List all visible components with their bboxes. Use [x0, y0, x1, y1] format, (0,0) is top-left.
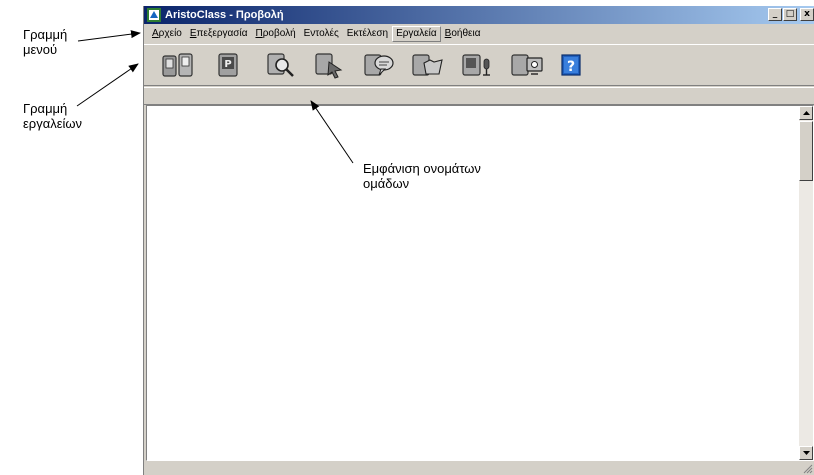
- menu-item-tools[interactable]: Εργαλεία: [392, 26, 441, 42]
- menu-item-run[interactable]: Εκτέλεση: [343, 27, 392, 41]
- toolbar-button-audio[interactable]: [459, 50, 495, 80]
- main-content-area[interactable]: [146, 105, 814, 461]
- svg-text:P: P: [224, 59, 231, 70]
- help-icon: ?: [561, 54, 581, 76]
- minimize-button[interactable]: _: [768, 8, 782, 21]
- callout-group-names: Εμφάνιση ονομάτων ομάδων: [363, 161, 481, 191]
- callout-group-names-line2: ομάδων: [363, 176, 410, 191]
- maximize-button[interactable]: □: [783, 8, 797, 21]
- group-names-bar: [144, 87, 814, 105]
- pointer-icon: [315, 53, 343, 79]
- callout-toolbar-line2: εργαλείων: [23, 116, 83, 131]
- toolbar-button-search[interactable]: [262, 50, 298, 80]
- toolbar-button-group-settings[interactable]: P: [210, 50, 246, 80]
- title-bar[interactable]: AristoClass - Προβολή _ □ x: [144, 6, 814, 24]
- callout-group-names-line1: Εμφάνιση ονομάτων: [363, 161, 481, 176]
- menu-item-help[interactable]: Βοήθεια: [441, 27, 485, 41]
- callout-toolbar: Γραμμή εργαλείων: [23, 101, 82, 131]
- group-pair-icon: [162, 53, 193, 77]
- menu-item-edit[interactable]: Επεξεργασία: [186, 27, 252, 41]
- resize-grip-icon[interactable]: [802, 463, 813, 474]
- menu-item-commands[interactable]: Εντολές: [300, 27, 343, 41]
- menu-item-view[interactable]: Προβολή: [251, 27, 299, 41]
- callout-menu-bar-line2: μενού: [23, 42, 58, 57]
- toolbar-button-screen[interactable]: [509, 50, 545, 80]
- group-settings-icon: P: [218, 53, 238, 77]
- scroll-up-button[interactable]: [799, 106, 813, 120]
- mic-icon: [462, 54, 490, 76]
- toolbar-button-message[interactable]: [361, 50, 397, 80]
- toolbar-button-groups[interactable]: [160, 50, 196, 80]
- menu-bar-arrow: [77, 30, 141, 42]
- app-window: AristoClass - Προβολή _ □ x Αρχείο Επεξε…: [143, 6, 814, 475]
- scroll-thumb[interactable]: [799, 121, 813, 181]
- screen-icon: [511, 54, 543, 76]
- callout-toolbar-line1: Γραμμή: [23, 101, 68, 116]
- vertical-scrollbar[interactable]: [799, 106, 813, 460]
- toolbar: P ?: [144, 44, 814, 86]
- arrow-down-icon: [802, 451, 810, 455]
- menu-item-file[interactable]: Αρχείο: [148, 27, 186, 41]
- menu-bar: Αρχείο Επεξεργασία Προβολή Εντολές Εκτέλ…: [144, 25, 814, 43]
- status-bar: [144, 461, 814, 475]
- app-icon: [147, 8, 161, 22]
- chat-icon: [364, 54, 394, 76]
- toolbar-button-help[interactable]: ?: [553, 50, 589, 80]
- callout-menu-bar: Γραμμή μενού: [23, 27, 67, 57]
- toolbar-button-files[interactable]: [409, 50, 445, 80]
- toolbar-arrow: [76, 63, 139, 107]
- scroll-down-button[interactable]: [799, 446, 813, 460]
- toolbar-button-select[interactable]: [311, 50, 347, 80]
- arrow-up-icon: [802, 111, 810, 115]
- close-button[interactable]: x: [800, 8, 814, 21]
- callout-menu-bar-line1: Γραμμή: [23, 27, 68, 42]
- folder-icon: [412, 54, 443, 76]
- magnify-icon: [267, 53, 294, 77]
- svg-text:?: ?: [567, 59, 575, 75]
- window-title: AristoClass - Προβολή: [165, 9, 284, 21]
